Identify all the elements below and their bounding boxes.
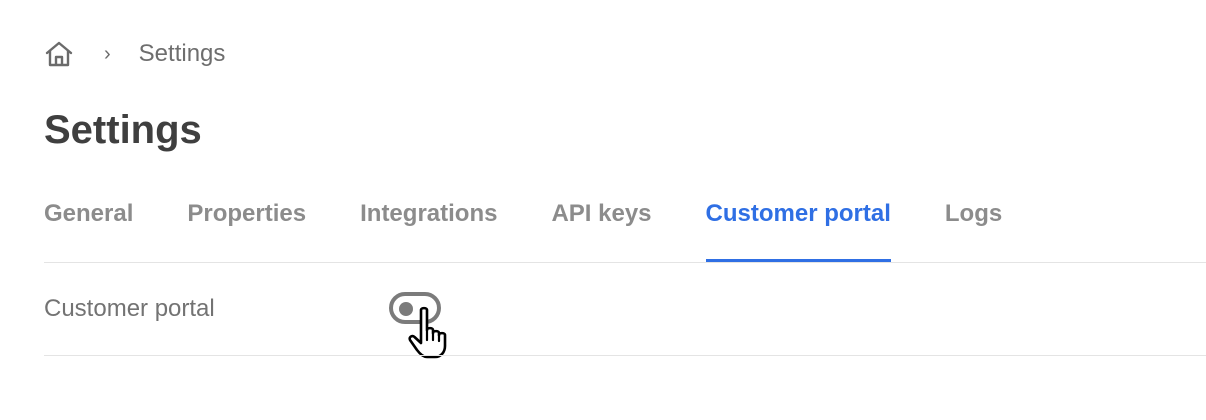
tab-customer-portal[interactable]: Customer portal bbox=[705, 190, 891, 262]
breadcrumb-current: Settings bbox=[138, 40, 226, 67]
setting-row-divider bbox=[44, 355, 1206, 356]
hand-pointer-cursor-icon bbox=[406, 306, 458, 362]
tab-general[interactable]: General bbox=[44, 190, 133, 262]
breadcrumb: › Settings bbox=[44, 38, 225, 70]
settings-tabs: General Properties Integrations API keys… bbox=[44, 190, 1206, 262]
customer-portal-label: Customer portal bbox=[44, 295, 215, 322]
tab-properties[interactable]: Properties bbox=[187, 190, 306, 262]
tab-integrations[interactable]: Integrations bbox=[360, 190, 497, 262]
tab-api-keys[interactable]: API keys bbox=[551, 190, 651, 262]
settings-page: › Settings Settings General Properties I… bbox=[0, 0, 1206, 420]
tab-logs[interactable]: Logs bbox=[945, 190, 1002, 262]
page-title: Settings bbox=[44, 108, 202, 152]
home-icon[interactable] bbox=[44, 39, 74, 69]
tabs-divider bbox=[44, 262, 1206, 263]
breadcrumb-separator: › bbox=[104, 42, 111, 65]
